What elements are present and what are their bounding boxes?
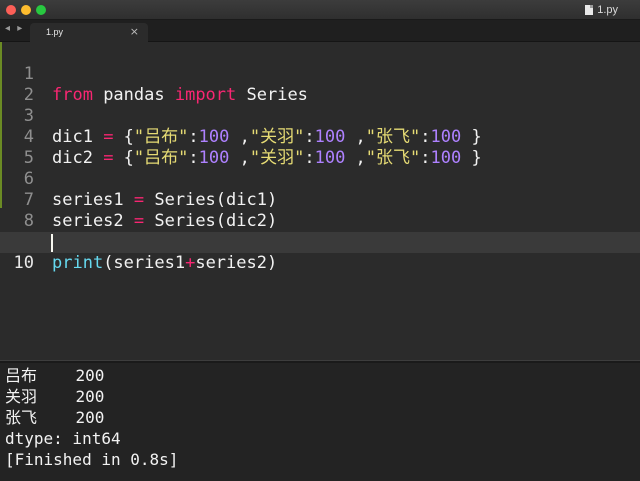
tab-1py[interactable]: 1.py × [30,23,148,42]
output-line: 关羽 200 [5,387,105,406]
tab-bar: ◂ ▸ 1.py × [0,20,640,42]
builtin-function: print [52,253,104,273]
current-code-line: 10 [0,232,640,273]
maximize-window-button[interactable] [36,5,46,15]
tab-label: 1.py [46,27,64,37]
code-text: print(series1+series2) [52,253,278,273]
output-line: 吕布 200 [5,366,105,385]
minimize-window-button[interactable] [21,5,31,15]
code-line: 9 print(series1+series2) [0,211,640,273]
tab-close-icon[interactable]: × [130,25,139,38]
output-line: 张飞 200 [5,408,105,427]
code-line: 1 from pandas import Series [0,43,640,105]
build-output-panel: 吕布 200 关羽 200 张飞 200 dtype: int64 [Finis… [0,363,640,481]
window-title-label: 1.py [597,4,618,16]
code-line: 8 [0,190,640,231]
code-line: 2 [0,64,640,105]
code-line: 6 series1 = Series(dic1) [0,148,640,210]
text-cursor [51,234,53,252]
output-line: dtype: int64 [5,429,121,448]
window-title: 1.py [585,3,618,17]
tab-nav-arrows-icon[interactable]: ◂ ▸ [5,23,24,34]
line-number: 10 [13,253,34,273]
code-line: 5 [0,127,640,168]
title-bar: 1.py [0,0,640,20]
output-line: [Finished in 0.8s] [5,450,179,469]
code-line: 3 dic1 = {"吕布":100 ,"关羽":100 ,"张飞":100 } [0,85,640,147]
code-line: 7 series2 = Series(dic2) [0,169,640,231]
file-icon [585,5,594,15]
close-window-button[interactable] [6,5,16,15]
code-editor[interactable]: 1 from pandas import Series 2 3 dic1 = {… [0,42,640,360]
code-line: 4 dic2 = {"吕布":100 ,"关羽":100 ,"张飞":100 } [0,106,640,168]
